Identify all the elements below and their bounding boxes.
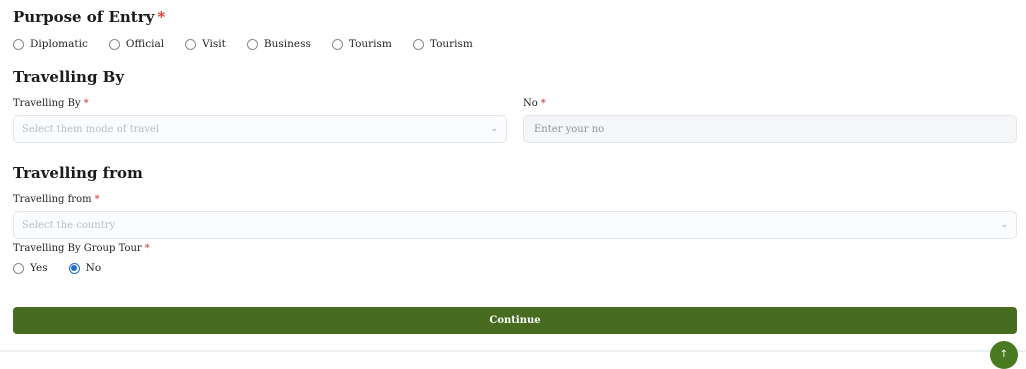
radio-label: Yes xyxy=(30,262,48,274)
required-mark: * xyxy=(540,98,546,109)
purpose-option-visit[interactable]: Visit xyxy=(185,38,226,50)
radio-label: Visit xyxy=(202,38,226,50)
select-placeholder: Select the country xyxy=(22,219,116,231)
radio-button[interactable] xyxy=(185,38,197,50)
radio-label: No xyxy=(85,262,102,274)
purpose-option-diplomatic[interactable]: Diplomatic xyxy=(13,38,88,50)
purpose-radio-group: Diplomatic Official Visit Business Touri… xyxy=(13,38,494,50)
radio-button[interactable] xyxy=(108,38,120,50)
purpose-title: Purpose of Entry * xyxy=(13,8,165,26)
purpose-option-tourism-1[interactable]: Tourism xyxy=(331,38,392,50)
radio-button[interactable] xyxy=(13,262,24,274)
footer-divider xyxy=(0,350,1026,352)
group-tour-option-no[interactable]: No xyxy=(68,262,102,274)
radio-button[interactable] xyxy=(13,38,24,50)
radio-label: Diplomatic xyxy=(30,38,88,50)
group-tour-label: Travelling By Group Tour * xyxy=(13,243,150,254)
travelling-by-title: Travelling By xyxy=(13,68,125,86)
chevron-down-icon: ⌄ xyxy=(490,124,498,134)
travel-no-label-text: No xyxy=(523,98,538,109)
required-mark: * xyxy=(83,98,89,109)
radio-label: Business xyxy=(263,38,311,50)
travel-mode-select[interactable]: Select them mode of travel ⌄ xyxy=(13,115,507,143)
required-mark: * xyxy=(144,243,150,254)
country-label-text: Travelling from xyxy=(13,194,92,205)
group-tour-option-yes[interactable]: Yes xyxy=(13,262,48,274)
required-mark: * xyxy=(157,8,166,26)
radio-button-selected[interactable] xyxy=(68,262,80,274)
radio-button[interactable] xyxy=(246,38,258,50)
arrow-up-icon: ↑ xyxy=(999,349,1009,360)
continue-button[interactable]: Continue xyxy=(13,307,1017,334)
select-placeholder: Select them mode of travel xyxy=(22,123,160,135)
radio-label: Tourism xyxy=(429,38,473,50)
travel-no-input[interactable] xyxy=(532,122,1008,136)
travel-no-field[interactable] xyxy=(523,115,1017,143)
travel-no-label: No * xyxy=(523,98,546,109)
purpose-option-business[interactable]: Business xyxy=(246,38,311,50)
country-select[interactable]: Select the country ⌄ xyxy=(13,211,1017,239)
purpose-option-official[interactable]: Official xyxy=(108,38,165,50)
country-label: Travelling from * xyxy=(13,194,100,205)
radio-button[interactable] xyxy=(412,38,424,50)
radio-label: Tourism xyxy=(348,38,392,50)
required-mark: * xyxy=(94,194,100,205)
group-tour-radio-group: Yes No xyxy=(13,262,122,274)
chevron-down-icon: ⌄ xyxy=(1000,220,1008,230)
travelling-from-title: Travelling from xyxy=(13,164,143,182)
group-tour-label-text: Travelling By Group Tour xyxy=(13,243,142,254)
purpose-option-tourism-2[interactable]: Tourism xyxy=(412,38,473,50)
purpose-title-text: Purpose of Entry xyxy=(13,8,155,26)
scroll-top-button[interactable]: ↑ xyxy=(990,341,1018,369)
travel-mode-label-text: Travelling By xyxy=(13,98,81,109)
radio-button[interactable] xyxy=(331,38,343,50)
travel-mode-label: Travelling By * xyxy=(13,98,89,109)
radio-label: Official xyxy=(125,38,165,50)
